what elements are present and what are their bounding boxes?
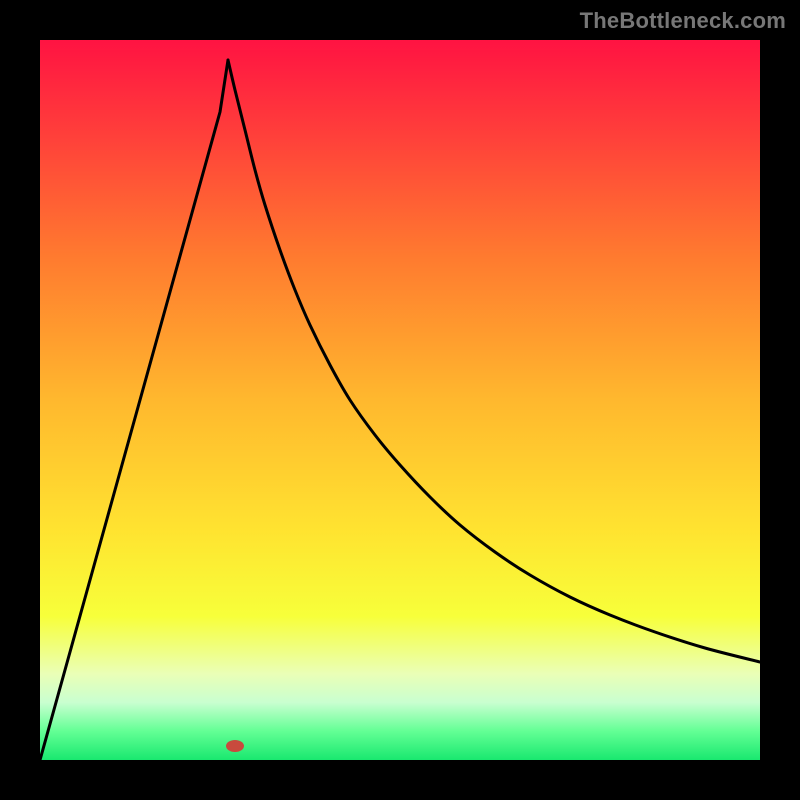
bottleneck-chart xyxy=(40,40,760,760)
gradient-background xyxy=(40,40,760,760)
watermark-text: TheBottleneck.com xyxy=(580,8,786,34)
bottleneck-marker xyxy=(226,740,244,752)
chart-frame: TheBottleneck.com xyxy=(0,0,800,800)
